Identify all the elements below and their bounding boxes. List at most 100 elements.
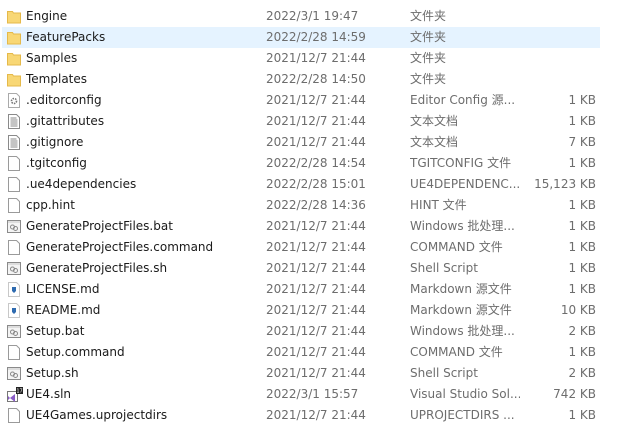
file-date: 2022/2/28 14:54: [266, 156, 366, 170]
file-date: 2021/12/7 21:44: [266, 93, 366, 107]
file-type: 文件夹: [410, 51, 447, 65]
file-date: 2021/12/7 21:44: [266, 240, 366, 254]
file-type: 文本文档: [410, 114, 459, 128]
file-row[interactable]: Setup.command 2021/12/7 21:44 COMMAND 文件…: [2, 342, 600, 363]
file-date: 2021/12/7 21:44: [266, 114, 366, 128]
file-size: 1 KB: [568, 282, 596, 296]
file-size: 1 KB: [568, 219, 596, 233]
file-type: Markdown 源文件: [410, 303, 512, 317]
file-name: Setup.command: [26, 345, 125, 359]
file-size: 1 KB: [568, 156, 596, 170]
file-date: 2021/12/7 21:44: [266, 366, 366, 380]
file-type: Shell Script: [410, 366, 478, 380]
file-name: Samples: [26, 51, 78, 65]
file-date: 2022/2/28 14:36: [266, 198, 366, 212]
folder-icon: [7, 30, 21, 45]
file-row[interactable]: .gitattributes 2021/12/7 21:44 文本文档 1 KB: [2, 111, 600, 132]
file-date: 2021/12/7 21:44: [266, 408, 366, 422]
file-date: 2021/12/7 21:44: [266, 135, 366, 149]
file-size: 2 KB: [568, 324, 596, 338]
file-date: 2021/12/7 21:44: [266, 282, 366, 296]
script-file-icon: [7, 219, 21, 234]
file-size: 10 KB: [560, 303, 596, 317]
file-name: Engine: [26, 9, 68, 23]
file-row[interactable]: .tgitconfig 2022/2/28 14:54 TGITCONFIG 文…: [2, 153, 600, 174]
file-date: 2021/12/7 21:44: [266, 261, 366, 275]
file-row[interactable]: Setup.bat 2021/12/7 21:44 Windows 批处理...…: [2, 321, 600, 342]
file-name: GenerateProjectFiles.bat: [26, 219, 173, 233]
file-type: HINT 文件: [410, 198, 467, 212]
file-size: 1 KB: [568, 345, 596, 359]
file-row[interactable]: LICENSE.md 2021/12/7 21:44 Markdown 源文件 …: [2, 279, 600, 300]
file-date: 2022/2/28 15:01: [266, 177, 366, 191]
file-type: Windows 批处理...: [410, 324, 515, 338]
file-name: .editorconfig: [26, 93, 102, 107]
file-row[interactable]: GenerateProjectFiles.sh 2021/12/7 21:44 …: [2, 258, 600, 279]
file-size: 1 KB: [568, 408, 596, 422]
file-list: Engine 2022/3/1 19:47 文件夹 FeaturePacks 2…: [2, 6, 600, 426]
file-type: Windows 批处理...: [410, 219, 515, 233]
file-row[interactable]: cpp.hint 2022/2/28 14:36 HINT 文件 1 KB: [2, 195, 600, 216]
file-name: LICENSE.md: [26, 282, 100, 296]
file-row[interactable]: Samples 2021/12/7 21:44 文件夹: [2, 48, 600, 69]
file-name: Setup.sh: [26, 366, 79, 380]
file-type: Shell Script: [410, 261, 478, 275]
markdown-file-icon: [7, 282, 21, 297]
file-icon: [7, 177, 21, 192]
folder-icon: [7, 9, 21, 24]
file-name: .gitattributes: [26, 114, 105, 128]
file-row[interactable]: .gitignore 2021/12/7 21:44 文本文档 7 KB: [2, 132, 600, 153]
file-size: 7 KB: [568, 135, 596, 149]
file-type: 文件夹: [410, 72, 447, 86]
file-type: 文件夹: [410, 9, 447, 23]
file-name: UE4.sln: [26, 387, 72, 401]
folder-icon: [7, 51, 21, 66]
script-file-icon: [7, 324, 21, 339]
file-size: 742 KB: [553, 387, 596, 401]
file-type: UPROJECTDIRS ...: [410, 408, 515, 422]
file-row[interactable]: README.md 2021/12/7 21:44 Markdown 源文件 1…: [2, 300, 600, 321]
file-date: 2022/2/28 14:50: [266, 72, 366, 86]
file-name: Setup.bat: [26, 324, 85, 338]
file-type: UE4DEPENDENC...: [410, 177, 520, 191]
file-size: 1 KB: [568, 240, 596, 254]
file-name: .gitignore: [26, 135, 84, 149]
file-row[interactable]: Templates 2022/2/28 14:50 文件夹: [2, 69, 600, 90]
file-row[interactable]: GenerateProjectFiles.bat 2021/12/7 21:44…: [2, 216, 600, 237]
file-size: 1 KB: [568, 114, 596, 128]
script-file-icon: [7, 366, 21, 381]
visual-studio-solution-icon: 17: [7, 387, 23, 402]
file-row[interactable]: Engine 2022/3/1 19:47 文件夹: [2, 6, 600, 27]
file-name: .tgitconfig: [26, 156, 87, 170]
file-row[interactable]: FeaturePacks 2022/2/28 14:59 文件夹: [2, 27, 600, 48]
file-size: 1 KB: [568, 261, 596, 275]
file-row[interactable]: .editorconfig 2021/12/7 21:44 Editor Con…: [2, 90, 600, 111]
file-date: 2021/12/7 21:44: [266, 303, 366, 317]
file-name: UE4Games.uprojectdirs: [26, 408, 168, 422]
file-row[interactable]: .ue4dependencies 2022/2/28 15:01 UE4DEPE…: [2, 174, 600, 195]
text-file-icon: [7, 114, 21, 129]
script-file-icon: [7, 261, 21, 276]
file-type: TGITCONFIG 文件: [410, 156, 512, 170]
file-size: 1 KB: [568, 198, 596, 212]
file-size: 1 KB: [568, 93, 596, 107]
file-row[interactable]: Setup.sh 2021/12/7 21:44 Shell Script 2 …: [2, 363, 600, 384]
file-date: 2022/3/1 15:57: [266, 387, 359, 401]
file-date: 2022/3/1 19:47: [266, 9, 359, 23]
file-name: GenerateProjectFiles.command: [26, 240, 214, 254]
file-type: 文件夹: [410, 30, 447, 44]
file-icon: [7, 408, 21, 423]
file-row[interactable]: GenerateProjectFiles.command 2021/12/7 2…: [2, 237, 600, 258]
file-date: 2022/2/28 14:59: [266, 30, 366, 44]
file-date: 2021/12/7 21:44: [266, 324, 366, 338]
file-row[interactable]: UE4Games.uprojectdirs 2021/12/7 21:44 UP…: [2, 405, 600, 426]
file-type: COMMAND 文件: [410, 345, 503, 359]
file-date: 2021/12/7 21:44: [266, 51, 366, 65]
file-icon: [7, 345, 21, 360]
markdown-file-icon: [7, 303, 21, 318]
file-name: cpp.hint: [26, 198, 75, 212]
file-icon: [7, 198, 21, 213]
file-icon: [7, 240, 21, 255]
file-row[interactable]: 17 UE4.sln 2022/3/1 15:57 Visual Studio …: [2, 384, 600, 405]
file-name: README.md: [26, 303, 101, 317]
